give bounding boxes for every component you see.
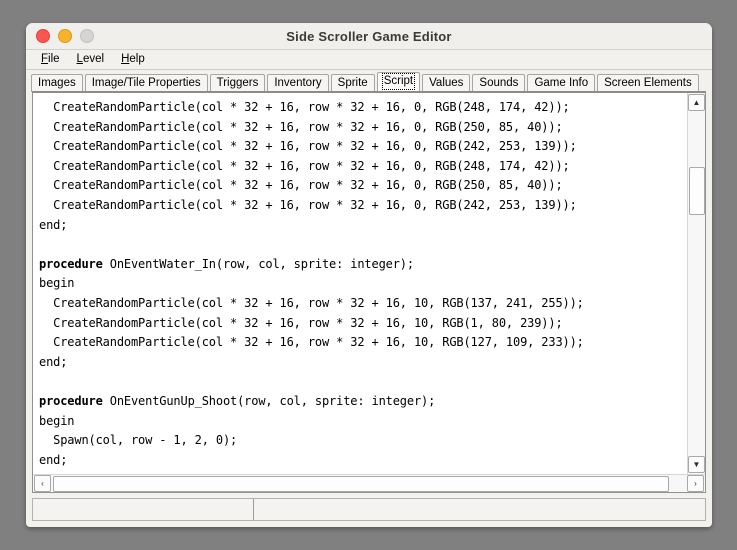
tab-images-label: Images [38, 77, 76, 89]
tab-bar: Images Image/Tile Properties Triggers In… [26, 70, 712, 92]
status-cell-right [254, 499, 705, 520]
window-controls [26, 29, 94, 43]
tab-script-label: Script [381, 73, 416, 90]
tab-screen-elements[interactable]: Screen Elements [597, 74, 699, 92]
application-window: Side Scroller Game Editor File Level Hel… [26, 23, 712, 527]
tab-game-info[interactable]: Game Info [527, 74, 596, 92]
menu-item-file[interactable]: File [34, 52, 67, 67]
scroll-left-icon[interactable]: ‹ [34, 475, 51, 492]
menu-item-help[interactable]: Help [114, 52, 152, 67]
tab-triggers[interactable]: Triggers [209, 74, 266, 92]
minimize-button[interactable] [58, 29, 72, 43]
menu-file-rest: ile [48, 53, 60, 65]
vertical-scroll-track[interactable] [688, 112, 705, 455]
tab-values[interactable]: Values [422, 74, 471, 92]
menu-file-mnemonic: F [41, 53, 49, 65]
scroll-right-icon[interactable]: › [687, 475, 704, 492]
tab-sounds-label: Sounds [479, 77, 519, 89]
tab-inventory-label: Inventory [274, 77, 322, 89]
tab-triggers-label: Triggers [216, 77, 259, 89]
code-text[interactable]: CreateRandomParticle(col * 32 + 16, row … [33, 95, 687, 474]
tab-script[interactable]: Script [376, 72, 421, 91]
tab-sprite-label: Sprite [337, 77, 368, 89]
zoom-button[interactable] [80, 29, 94, 43]
script-editor-panel: CreateRandomParticle(col * 32 + 16, row … [32, 91, 706, 493]
window-title: Side Scroller Game Editor [286, 28, 452, 44]
tab-sounds[interactable]: Sounds [472, 74, 526, 92]
close-button[interactable] [36, 29, 50, 43]
tab-image-tile-properties-label: Image/Tile Properties [91, 77, 201, 89]
tab-sprite[interactable]: Sprite [330, 74, 375, 92]
tab-images[interactable]: Images [31, 74, 83, 92]
title-bar: Side Scroller Game Editor [26, 23, 712, 50]
tab-inventory[interactable]: Inventory [267, 74, 329, 92]
menu-level-rest: evel [82, 53, 105, 65]
menu-item-level[interactable]: Level [70, 52, 112, 67]
vertical-scroll-thumb[interactable] [689, 167, 705, 215]
scroll-up-icon[interactable]: ▲ [688, 94, 705, 111]
status-bar [32, 498, 706, 521]
menu-help-rest: elp [129, 53, 145, 65]
tab-screen-elements-label: Screen Elements [604, 77, 692, 89]
editor-row: CreateRandomParticle(col * 32 + 16, row … [33, 93, 705, 474]
desktop-background: Side Scroller Game Editor File Level Hel… [0, 0, 737, 550]
code-editor[interactable]: CreateRandomParticle(col * 32 + 16, row … [33, 93, 687, 474]
tab-game-info-label: Game Info [534, 77, 589, 89]
horizontal-scroll-track[interactable] [51, 475, 687, 492]
scroll-down-icon[interactable]: ▼ [688, 456, 705, 473]
tab-image-tile-properties[interactable]: Image/Tile Properties [84, 74, 208, 92]
horizontal-scroll-thumb[interactable] [53, 476, 669, 492]
vertical-scrollbar[interactable]: ▲ ▼ [687, 93, 705, 474]
tab-values-label: Values [429, 77, 464, 89]
horizontal-scrollbar[interactable]: ‹ › [33, 474, 705, 492]
menu-bar: File Level Help [26, 50, 712, 70]
status-cell-left [33, 499, 254, 520]
